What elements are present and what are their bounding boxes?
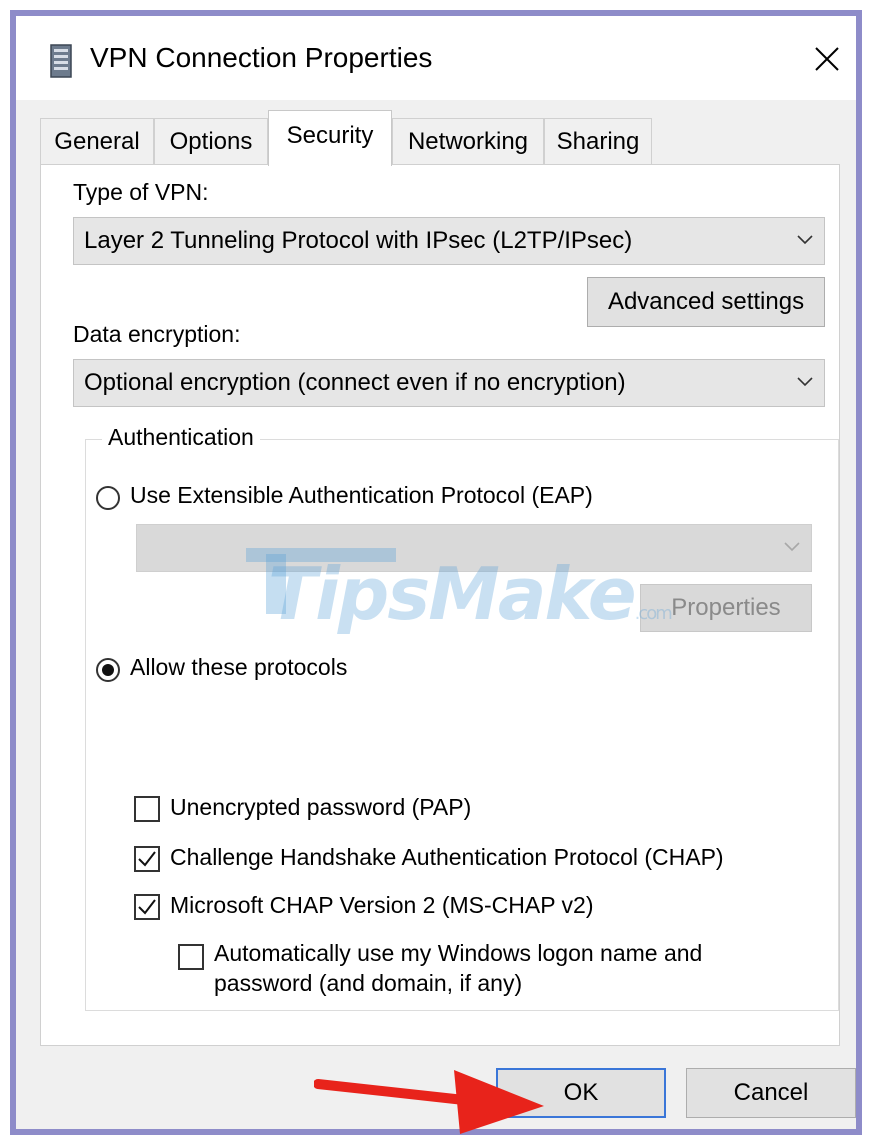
chap-label[interactable]: Challenge Handshake Authentication Proto… [170,844,724,871]
encryption-label: Data encryption: [73,321,241,347]
vpn-type-select[interactable]: Layer 2 Tunneling Protocol with IPsec (L… [73,217,825,265]
auto-logon-checkbox[interactable] [178,944,204,970]
encryption-value: Optional encryption (connect even if no … [84,369,626,396]
tab-sharing[interactable]: Sharing [544,118,652,164]
network-connection-icon [50,44,72,78]
authentication-group: Authentication Use Extensible Authentica… [85,424,839,1011]
eap-label[interactable]: Use Extensible Authentication Protocol (… [130,482,593,509]
tab-security[interactable]: Security [268,110,392,166]
tab-general[interactable]: General [40,118,154,164]
security-panel: Type of VPN: Layer 2 Tunneling Protocol … [40,164,840,1046]
properties-button[interactable]: Properties [640,584,812,632]
title-bar: VPN Connection Properties [16,16,856,100]
tab-options[interactable]: Options [154,118,268,164]
auto-logon-label-line2[interactable]: password (and domain, if any) [214,970,522,997]
pap-label[interactable]: Unencrypted password (PAP) [170,794,471,821]
eap-method-select[interactable] [136,524,812,572]
encryption-select[interactable]: Optional encryption (connect even if no … [73,359,825,407]
vpn-type-label: Type of VPN: [73,179,209,205]
chevron-down-icon [784,542,800,552]
chevron-down-icon [797,377,813,387]
allow-protocols-radio[interactable] [96,658,120,682]
checkmark-icon [138,899,156,915]
cancel-button[interactable]: Cancel [686,1068,856,1118]
tab-networking[interactable]: Networking [392,118,544,164]
close-button[interactable] [802,34,852,84]
radio-selected-dot [102,664,114,676]
window-title: VPN Connection Properties [90,42,433,73]
close-icon [815,47,839,71]
pap-checkbox[interactable] [134,796,160,822]
mschapv2-checkbox[interactable] [134,894,160,920]
chevron-down-icon [797,235,813,245]
vpn-properties-dialog: VPN Connection Properties General Option… [10,10,862,1135]
allow-protocols-label[interactable]: Allow these protocols [130,654,347,681]
auto-logon-label-line1[interactable]: Automatically use my Windows logon name … [214,940,702,967]
eap-radio[interactable] [96,486,120,510]
advanced-settings-button[interactable]: Advanced settings [587,277,825,327]
vpn-type-value: Layer 2 Tunneling Protocol with IPsec (L… [84,227,633,254]
chap-checkbox[interactable] [134,846,160,872]
red-arrow-annotation [314,1070,544,1134]
checkmark-icon [138,851,156,867]
mschapv2-label[interactable]: Microsoft CHAP Version 2 (MS-CHAP v2) [170,892,594,919]
authentication-group-title: Authentication [102,424,260,451]
